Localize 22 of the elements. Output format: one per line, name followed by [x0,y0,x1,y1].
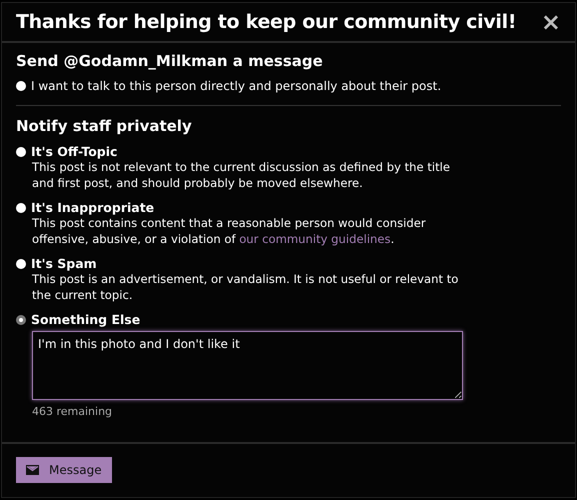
section-heading: Notify staff privately [16,117,193,135]
option-title: Something Else [31,312,140,327]
guidelines-link[interactable]: our community guidelines [239,232,391,246]
option-label: I want to talk to this person directly and personally about their post. [31,79,442,93]
option-title: It's Off-Topic [31,144,118,159]
option-title: It's Spam [31,256,97,271]
envelope-icon [26,465,39,475]
option-description: This post is not relevant to the current discussion as defined by the title and first post, and should probably be moved elsewhere. [32,159,452,191]
option-title: It's Inappropriate [31,200,154,215]
radio-button[interactable] [16,146,26,156]
option-description: This post contains content that a reasonable person would consider offensive, abusive, or a violation of our community guidelines. [32,215,427,247]
radio-button[interactable] [16,258,26,268]
radio-button[interactable] [16,314,26,324]
remaining-count: 463 remaining [32,405,114,418]
radio-button[interactable] [16,81,26,91]
message-field[interactable]: I'm in this photo and I don't like it [32,331,463,400]
message-button[interactable]: Message [16,457,112,483]
close-button[interactable]: × [540,10,561,34]
section-heading: Send @Godamn_Milkman a message [16,52,324,70]
dialog-title: Thanks for helping to keep our community civil! [16,11,516,33]
option-description: This post is an advertisement, or vandalism. It is not useful or relevant to the current topic. [32,271,460,303]
radio-button[interactable] [16,202,26,212]
